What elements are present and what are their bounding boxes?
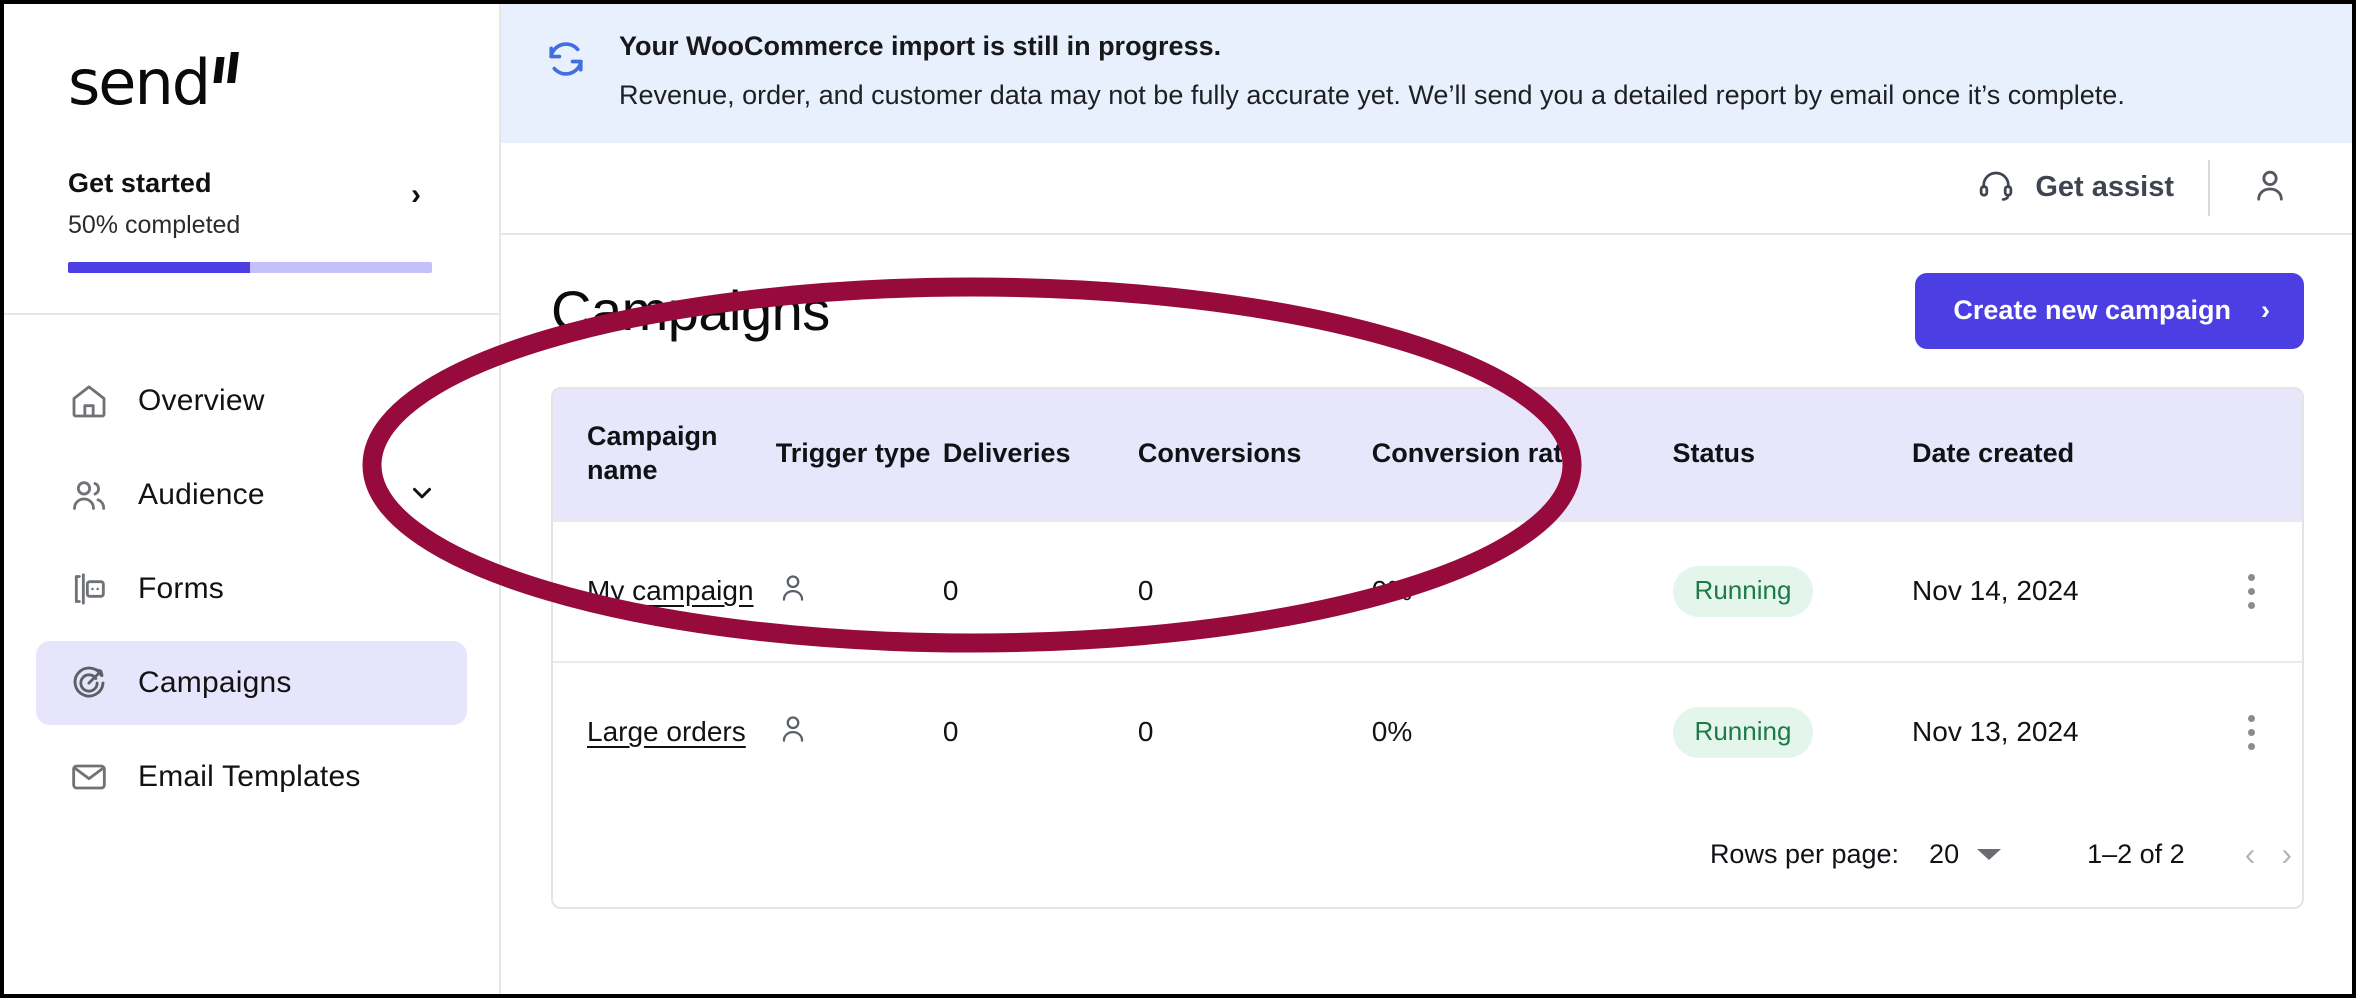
topbar: Get assist (501, 143, 2352, 235)
column-header-date-created[interactable]: Date created (1912, 388, 2202, 521)
sidebar: send Get started 50% completed › Overvie… (4, 4, 501, 994)
column-header-trigger-type[interactable]: Trigger type (775, 388, 943, 521)
status-badge: Running (1672, 706, 1814, 758)
sidebar-item-label: Overview (138, 384, 265, 417)
home-icon (68, 380, 110, 422)
table-row: Large orders 0 0 0% Running Nov 13, 2024 (553, 660, 2302, 802)
cell-conversions: 0 (1137, 519, 1372, 662)
page-content: Campaigns Create new campaign › Campaign… (501, 235, 2352, 995)
cell-trigger-type (775, 660, 943, 802)
banner-headline: Your WooCommerce import is still in prog… (619, 31, 1222, 61)
app-window: send Get started 50% completed › Overvie… (0, 0, 2356, 998)
person-icon (776, 715, 810, 752)
campaign-name-link[interactable]: Large orders (587, 716, 746, 747)
chevron-right-icon: › (2261, 295, 2270, 325)
cell-status: Running (1672, 519, 1913, 662)
cell-campaign-name: Large orders (553, 660, 776, 802)
account-button[interactable] (2210, 165, 2316, 210)
users-icon (68, 474, 110, 516)
column-header-deliveries[interactable]: Deliveries (942, 388, 1138, 521)
rows-per-page-label: Rows per page: (1709, 838, 1900, 869)
import-progress-banner: Your WooCommerce import is still in prog… (501, 4, 2352, 143)
sidebar-item-label: Campaigns (138, 666, 292, 699)
column-header-actions (2201, 388, 2302, 521)
table-header: Campaign name Trigger type Deliveries Co… (553, 388, 2302, 521)
cell-trigger-type (775, 519, 943, 662)
page-title: Campaigns (551, 279, 830, 342)
brand-mark-icon (213, 52, 243, 83)
target-icon (68, 662, 110, 704)
pagination-range: 1–2 of 2 (2087, 838, 2185, 869)
sidebar-item-forms[interactable]: Forms (36, 547, 467, 631)
get-started-panel[interactable]: Get started 50% completed › (4, 154, 499, 313)
page-header: Campaigns Create new campaign › (551, 272, 2304, 349)
cell-campaign-name: My campaign (553, 519, 776, 662)
banner-body: Revenue, order, and customer data may no… (619, 79, 2125, 110)
cell-date-created: Nov 13, 2024 (1912, 660, 2202, 802)
rows-per-page-select[interactable]: 20 (1929, 838, 2002, 870)
sidebar-item-label: Audience (138, 478, 265, 511)
brand-name: send (68, 46, 211, 119)
chevron-right-icon[interactable]: › (411, 178, 421, 212)
cell-status: Running (1672, 660, 1913, 802)
status-badge: Running (1672, 565, 1814, 617)
column-header-conversions[interactable]: Conversions (1137, 388, 1372, 521)
cell-conversion-rate: 0% (1371, 519, 1673, 662)
chevron-down-icon[interactable] (407, 478, 437, 513)
get-started-progress-bar (68, 262, 432, 273)
get-assist-button[interactable]: Get assist (1977, 166, 2208, 209)
create-new-campaign-button[interactable]: Create new campaign › (1915, 272, 2304, 349)
create-new-campaign-label: Create new campaign (1953, 295, 2231, 325)
table-row: My campaign 0 0 0% Running Nov 14, 2024 (553, 519, 2302, 662)
get-started-subtitle: 50% completed (68, 211, 241, 239)
sidebar-item-label: Forms (138, 572, 224, 605)
headset-icon (1977, 166, 2015, 209)
kebab-menu-icon[interactable] (2202, 573, 2302, 609)
campaigns-table: Campaign name Trigger type Deliveries Co… (553, 388, 2302, 802)
sidebar-item-campaigns[interactable]: Campaigns (36, 641, 467, 725)
column-header-conversion-rate[interactable]: Conversion rate (1371, 388, 1673, 521)
form-icon (68, 568, 110, 610)
sync-icon (543, 36, 589, 82)
table-body: My campaign 0 0 0% Running Nov 14, 2024 … (553, 519, 2302, 802)
sidebar-item-overview[interactable]: Overview (36, 359, 467, 443)
chevron-right-icon[interactable]: › (2281, 836, 2292, 873)
sidebar-item-email-templates[interactable]: Email Templates (36, 735, 467, 819)
cell-actions (2201, 660, 2302, 802)
get-started-title: Get started (68, 168, 212, 198)
campaigns-table-card: Campaign name Trigger type Deliveries Co… (551, 386, 2304, 909)
kebab-menu-icon[interactable] (2202, 714, 2302, 750)
sidebar-item-audience[interactable]: Audience (36, 453, 467, 537)
brand-logo[interactable]: send (4, 4, 499, 154)
campaign-name-link[interactable]: My campaign (587, 575, 754, 606)
sidebar-nav: Overview Audience Forms Campaigns Email … (4, 315, 499, 829)
sidebar-item-label: Email Templates (138, 760, 361, 793)
chevron-down-icon (1977, 848, 2002, 860)
user-circle-icon (2250, 165, 2290, 210)
cell-conversion-rate: 0% (1371, 660, 1673, 802)
cell-actions (2201, 519, 2302, 662)
envelope-icon (68, 756, 110, 798)
column-header-status[interactable]: Status (1672, 388, 1913, 521)
cell-deliveries: 0 (942, 519, 1138, 662)
pagination: Rows per page: 20 1–2 of 2 ‹ › (553, 802, 2302, 907)
rows-per-page-value: 20 (1929, 838, 1960, 869)
get-assist-label: Get assist (2035, 171, 2174, 203)
chevron-left-icon[interactable]: ‹ (2245, 836, 2256, 873)
cell-date-created: Nov 14, 2024 (1912, 519, 2202, 662)
column-header-campaign-name[interactable]: Campaign name (553, 388, 776, 521)
main-area: Your WooCommerce import is still in prog… (362, 4, 2352, 995)
cell-conversions: 0 (1137, 660, 1372, 802)
person-icon (776, 574, 810, 611)
cell-deliveries: 0 (942, 660, 1138, 802)
